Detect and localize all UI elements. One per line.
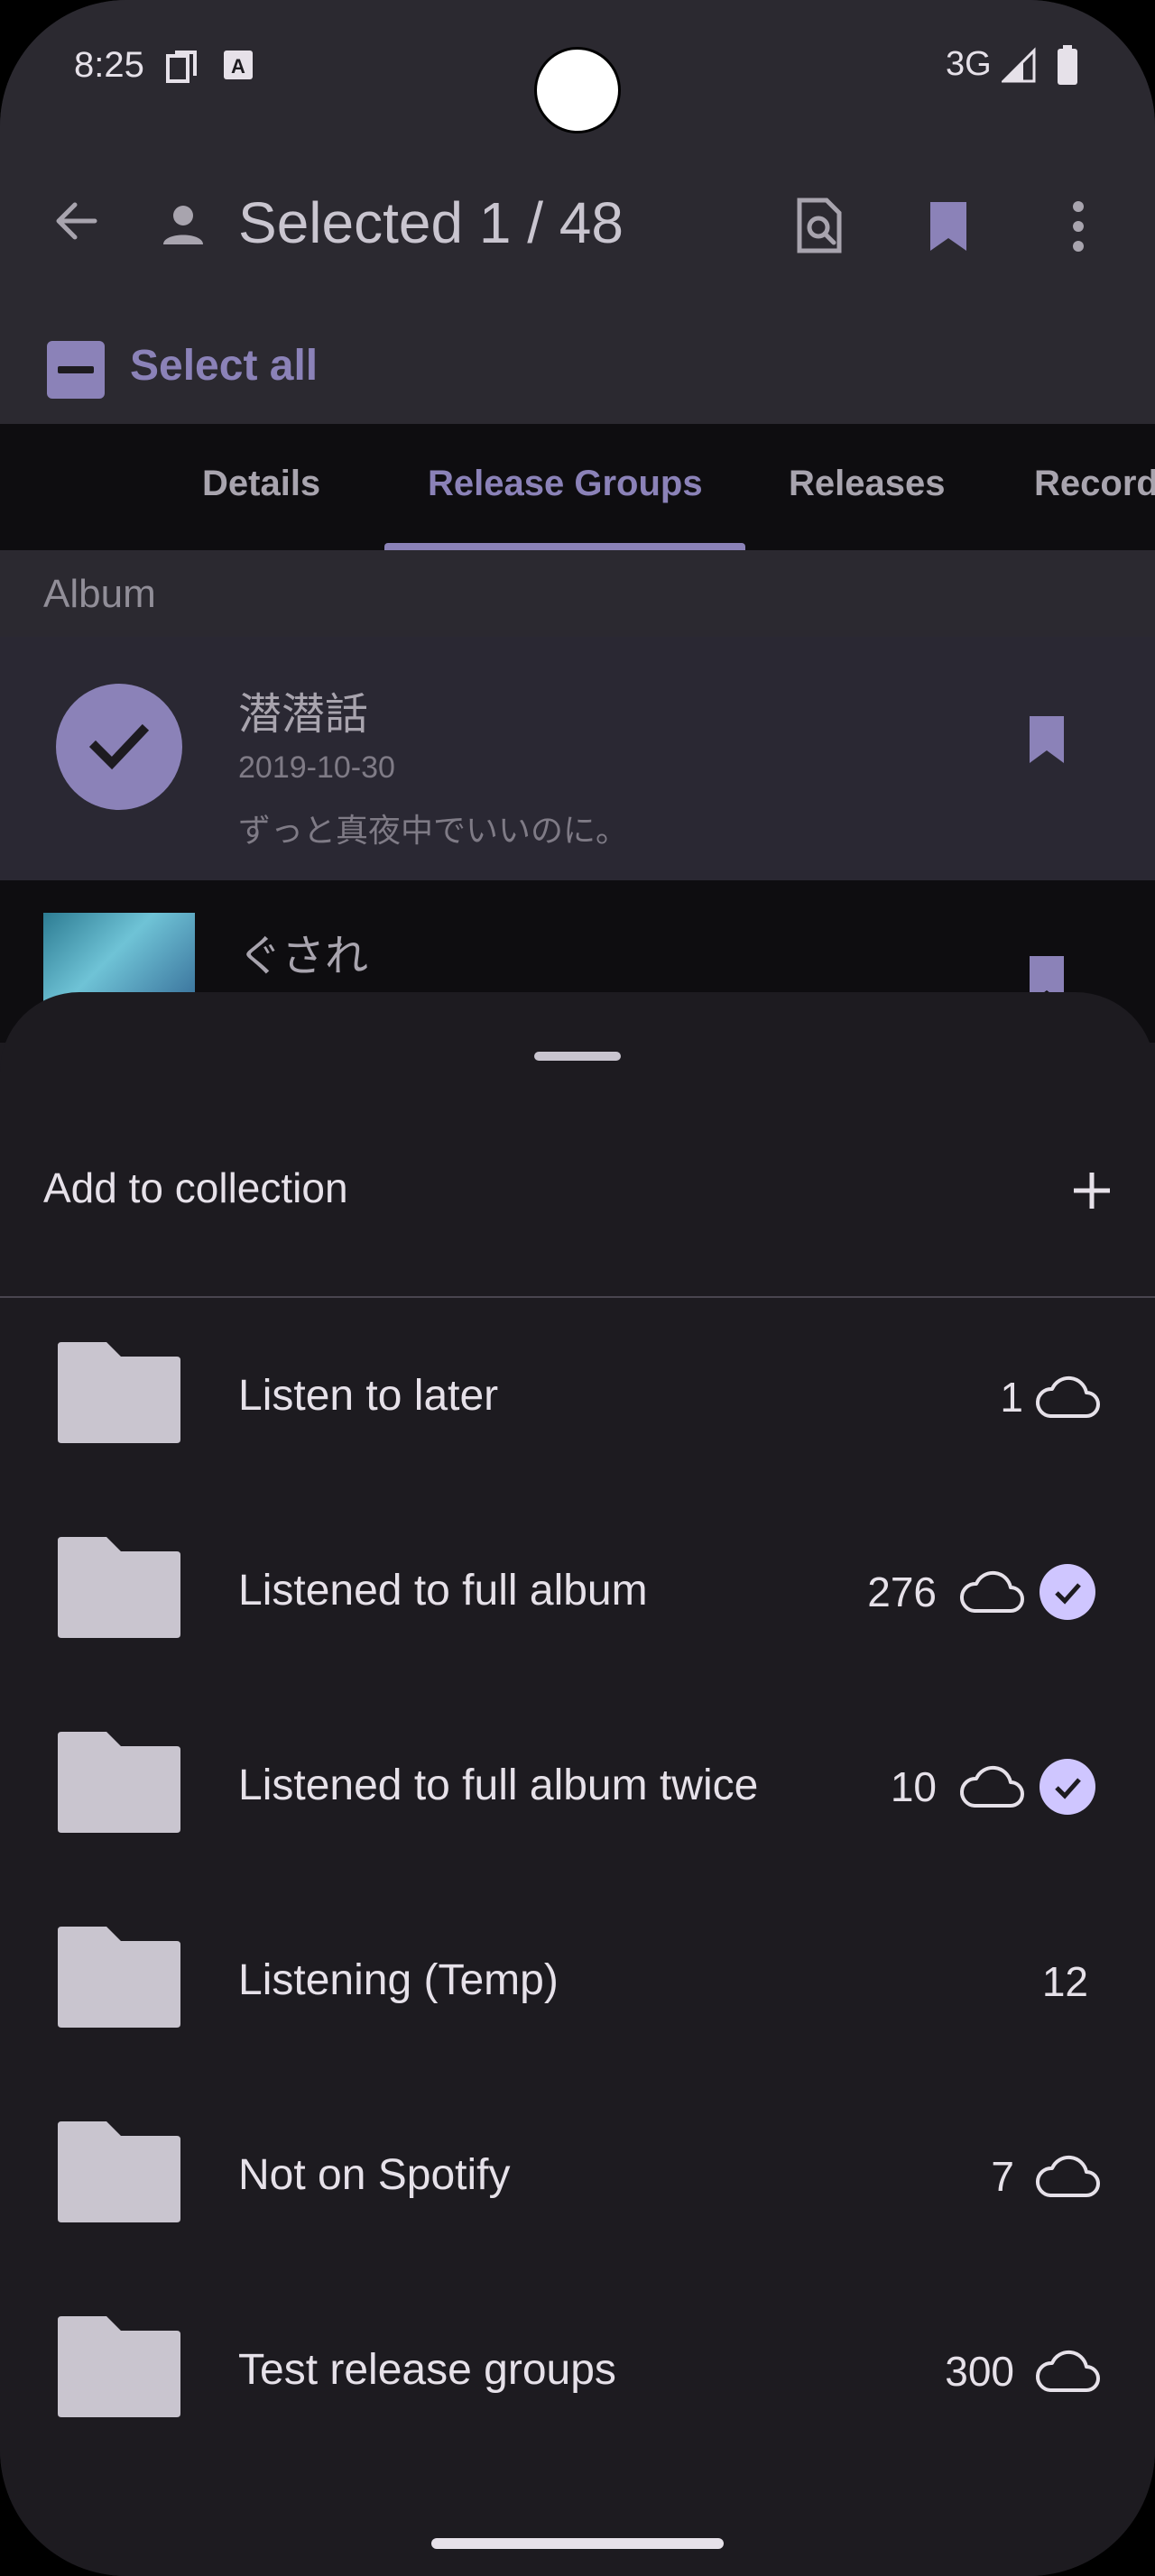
sheet-title: Add to collection	[43, 1164, 348, 1211]
screen: 8:25 A 3G Selected 1 / 48 Select all Det…	[0, 0, 1155, 2576]
tab-recordings[interactable]: Record	[1034, 464, 1155, 504]
bookmark-icon[interactable]	[1020, 707, 1074, 770]
cloud-icon	[1034, 2154, 1101, 2203]
checked-icon	[1040, 1564, 1095, 1620]
list-item-title: ぐされ	[238, 933, 369, 980]
collection-name: Not on Spotify	[238, 2151, 511, 2199]
camera-cutout	[534, 47, 621, 133]
collection-item[interactable]: Listened to full album 276	[0, 1494, 1155, 1688]
folder-icon	[56, 1340, 182, 1449]
collection-count: 1	[1000, 1374, 1023, 1421]
list-item-date: 2019-10-30	[238, 750, 395, 785]
indeterminate-mark	[58, 366, 94, 373]
collection-name: Listen to later	[238, 1372, 499, 1420]
collection-name: Listened to full album twice	[238, 1762, 759, 1809]
folder-icon	[56, 1730, 182, 1839]
collection-count: 10	[890, 1763, 937, 1810]
collection-count: 300	[945, 2348, 1014, 2395]
collection-item[interactable]: Listening (Temp) 12	[0, 1883, 1155, 2078]
list-item-artist: ずっと真夜中でいいのに。	[238, 812, 629, 849]
tab-details[interactable]: Details	[202, 464, 320, 504]
keyboard-a-icon: A	[222, 49, 254, 86]
status-time: 8:25	[74, 45, 144, 85]
add-icon[interactable]	[1065, 1164, 1119, 1218]
collection-name: Test release groups	[238, 2346, 616, 2394]
more-vert-icon[interactable]	[1047, 195, 1110, 258]
collection-item[interactable]: Test release groups 300	[0, 2273, 1155, 2468]
list-item-title: 潜潜話	[238, 691, 369, 739]
gesture-nav-handle[interactable]	[431, 2538, 724, 2549]
search-document-icon[interactable]	[785, 191, 854, 260]
collection-item[interactable]: Listen to later 1	[0, 1299, 1155, 1494]
checked-icon	[1040, 1759, 1095, 1815]
selected-check-icon[interactable]	[56, 684, 182, 810]
folder-icon	[56, 2314, 182, 2424]
folder-icon	[56, 2120, 182, 2229]
cloud-icon	[958, 1569, 1025, 1619]
collection-count: 7	[991, 2153, 1014, 2200]
collection-name: Listened to full album	[238, 1567, 648, 1615]
collection-item[interactable]: Listened to full album twice 10	[0, 1688, 1155, 1883]
screenshot-icon	[164, 49, 200, 89]
drag-handle[interactable]	[534, 1052, 621, 1061]
folder-icon	[56, 1925, 182, 2034]
back-arrow-icon[interactable]	[45, 189, 108, 253]
select-all-label[interactable]: Select all	[130, 341, 318, 391]
section-header: Album	[0, 550, 1155, 637]
tab-release-groups[interactable]: Release Groups	[428, 464, 703, 504]
battery-icon	[1056, 45, 1079, 89]
signal-icon	[1000, 47, 1038, 87]
divider	[0, 1296, 1155, 1298]
section-header-label: Album	[43, 572, 156, 616]
status-bar: 8:25 A 3G	[0, 0, 1155, 144]
folder-icon	[56, 1535, 182, 1644]
network-type: 3G	[946, 45, 992, 83]
select-all-checkbox[interactable]	[47, 341, 105, 399]
collection-item[interactable]: Not on Spotify 7	[0, 2078, 1155, 2273]
active-tab-indicator	[384, 543, 745, 550]
collection-count: 12	[1041, 1958, 1088, 2005]
cloud-icon	[1034, 1375, 1101, 1424]
svg-text:A: A	[231, 55, 245, 78]
page-title: Selected 1 / 48	[238, 190, 624, 255]
bookmark-icon[interactable]	[917, 191, 980, 260]
collection-name: Listening (Temp)	[238, 1956, 559, 2004]
cloud-icon	[1034, 2349, 1101, 2398]
cloud-icon	[958, 1764, 1025, 1814]
person-icon	[153, 195, 213, 254]
tab-releases[interactable]: Releases	[789, 464, 945, 504]
collection-count: 276	[867, 1569, 937, 1615]
tab-bar: Details Release Groups Releases Record	[0, 424, 1155, 550]
